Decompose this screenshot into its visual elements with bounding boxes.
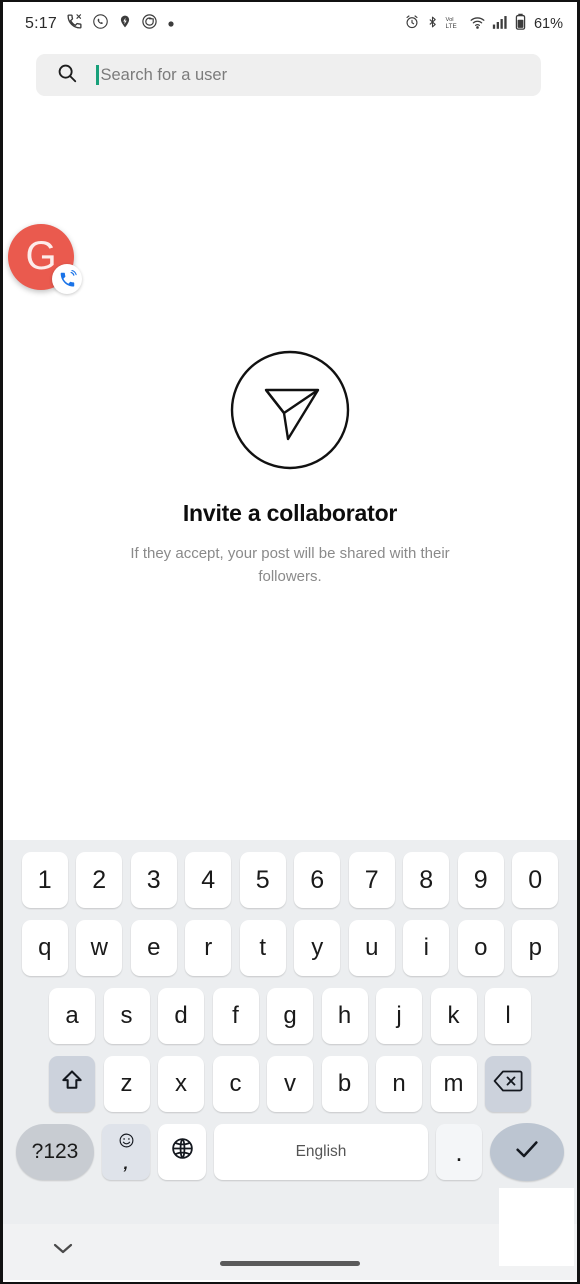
key-d[interactable]: d	[158, 988, 204, 1044]
key-x[interactable]: x	[158, 1056, 204, 1112]
key-b[interactable]: b	[321, 1056, 368, 1112]
svg-text:Vol: Vol	[445, 16, 453, 22]
key-c[interactable]: c	[212, 1056, 259, 1112]
key-8[interactable]: 8	[403, 852, 450, 908]
phone-in-call-icon	[52, 264, 82, 294]
status-bar-right: Vol LTE 61%	[404, 13, 563, 35]
period-key[interactable]: .	[436, 1124, 482, 1180]
enter-key[interactable]	[490, 1123, 564, 1181]
space-key[interactable]: English	[214, 1124, 428, 1180]
shift-arrow-icon	[59, 1068, 85, 1101]
backspace-icon	[493, 1068, 523, 1101]
keyboard-row-function: ?123 , English .	[3, 1123, 577, 1181]
backspace-key[interactable]	[485, 1056, 531, 1112]
key-7[interactable]: 7	[348, 852, 395, 908]
home-gesture-bar[interactable]	[220, 1261, 360, 1266]
search-input[interactable]: Search for a user	[96, 65, 227, 85]
key-f[interactable]: f	[212, 988, 259, 1044]
battery-percent: 61%	[533, 16, 563, 32]
key-w[interactable]: w	[76, 920, 123, 976]
bluetooth-icon	[426, 14, 439, 35]
key-h[interactable]: h	[321, 988, 368, 1044]
alarm-icon	[404, 14, 420, 35]
whatsapp-icon	[92, 13, 109, 35]
key-4[interactable]: 4	[185, 852, 232, 908]
floating-call-bubble[interactable]: G	[8, 224, 82, 294]
checkmark-icon	[512, 1134, 542, 1171]
key-5[interactable]: 5	[239, 852, 286, 908]
wifi-icon	[469, 14, 486, 35]
key-r[interactable]: r	[185, 920, 232, 976]
status-time: 5:17	[25, 15, 57, 32]
key-i[interactable]: i	[403, 920, 450, 976]
key-j[interactable]: j	[376, 988, 422, 1044]
key-0[interactable]: 0	[512, 852, 559, 908]
key-1[interactable]: 1	[21, 852, 68, 908]
key-m[interactable]: m	[430, 1056, 477, 1112]
comma-label: ,	[123, 1154, 129, 1173]
volte-icon: Vol LTE	[445, 14, 463, 35]
shift-key[interactable]	[49, 1056, 95, 1112]
empty-state: Invite a collaborator If they accept, yo…	[3, 342, 577, 588]
key-n[interactable]: n	[376, 1056, 422, 1112]
call-bubble-letter: G	[25, 233, 57, 278]
keyboard-row-home: asdfghjkl	[3, 987, 577, 1045]
key-l[interactable]: l	[485, 988, 531, 1044]
dot-icon	[167, 15, 175, 33]
status-bar-left: 5:17	[25, 13, 175, 35]
empty-state-title: Invite a collaborator	[182, 500, 398, 526]
key-v[interactable]: v	[267, 1056, 313, 1112]
key-o[interactable]: o	[457, 920, 504, 976]
overlay-white-patch	[499, 1188, 574, 1266]
location-pin-icon	[118, 13, 132, 35]
navigation-bar	[3, 1224, 577, 1280]
battery-icon	[515, 13, 526, 35]
send-plane-circle-icon	[222, 342, 358, 478]
key-e[interactable]: e	[130, 920, 177, 976]
key-z[interactable]: z	[103, 1056, 150, 1112]
emoji-comma-key[interactable]: ,	[102, 1124, 150, 1180]
key-a[interactable]: a	[49, 988, 95, 1044]
keyboard-row-numbers: 1234567890	[3, 851, 577, 909]
status-bar: 5:17 Vol LTE 61%	[3, 4, 577, 44]
key-9[interactable]: 9	[457, 852, 504, 908]
signal-icon	[492, 14, 509, 35]
svg-text:LTE: LTE	[445, 22, 456, 29]
key-u[interactable]: u	[348, 920, 395, 976]
key-t[interactable]: t	[239, 920, 286, 976]
key-6[interactable]: 6	[294, 852, 341, 908]
emoji-smiley-icon	[118, 1132, 135, 1153]
keyboard-row-bottom: zxcvbnm	[3, 1055, 577, 1113]
on-screen-keyboard: 1234567890 qwertyuiop asdfghjkl zxcvbnm	[3, 840, 577, 1280]
key-k[interactable]: k	[430, 988, 477, 1044]
key-g[interactable]: g	[267, 988, 313, 1044]
globe-language-icon	[170, 1136, 195, 1168]
phone-screen: 5:17 Vol LTE 61% Search for a user G Inv…	[0, 0, 580, 1284]
key-2[interactable]: 2	[76, 852, 123, 908]
key-3[interactable]: 3	[130, 852, 177, 908]
text-cursor	[96, 65, 99, 85]
search-placeholder: Search for a user	[100, 65, 228, 84]
search-icon	[56, 62, 78, 89]
key-p[interactable]: p	[512, 920, 559, 976]
missed-call-icon	[66, 13, 83, 35]
language-key[interactable]	[158, 1124, 206, 1180]
google-icon	[141, 13, 158, 35]
empty-state-subtitle: If they accept, your post will be shared…	[130, 545, 450, 585]
search-bar[interactable]: Search for a user	[36, 54, 541, 96]
keyboard-row-top: qwertyuiop	[3, 919, 577, 977]
symbols-key[interactable]: ?123	[16, 1124, 94, 1180]
hide-keyboard-button[interactable]	[51, 1240, 75, 1261]
key-q[interactable]: q	[21, 920, 68, 976]
key-y[interactable]: y	[294, 920, 341, 976]
key-s[interactable]: s	[103, 988, 150, 1044]
